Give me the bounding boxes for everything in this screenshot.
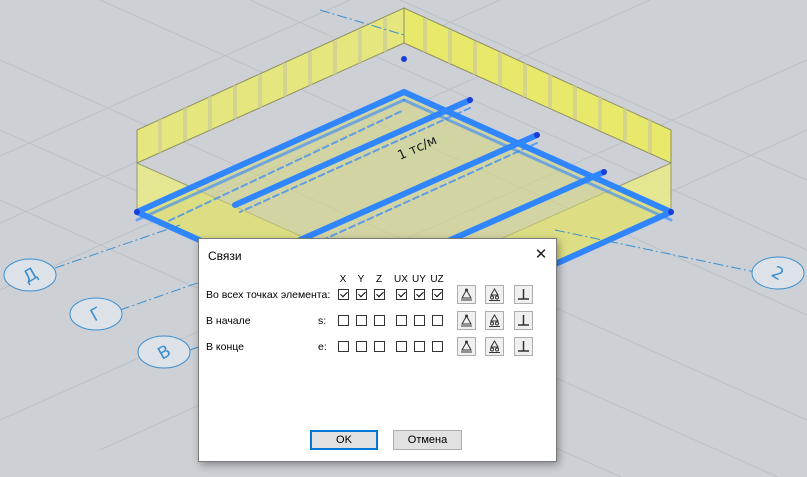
checkbox-start-uz[interactable]	[432, 315, 443, 326]
column-header-ux: UX	[394, 274, 408, 285]
fixed-support-button[interactable]	[514, 285, 533, 304]
hinge-support-icon	[461, 340, 472, 353]
checkbox-all-uz[interactable]	[432, 289, 443, 300]
column-header-x: X	[339, 274, 347, 285]
fixed-support-icon	[518, 341, 529, 352]
checkbox-end-uy[interactable]	[414, 341, 425, 352]
checkbox-start-z[interactable]	[374, 315, 385, 326]
checkbox-end-uz[interactable]	[432, 341, 443, 352]
ok-button[interactable]: OK	[310, 430, 378, 450]
checkbox-start-x[interactable]	[338, 315, 349, 326]
close-icon[interactable]: ✕	[526, 239, 556, 270]
roller-support-button[interactable]	[485, 337, 504, 356]
column-header-uz: UZ	[430, 274, 444, 285]
row-label-start: В начале	[206, 315, 251, 327]
column-header-uy: UY	[412, 274, 426, 285]
roller-support-icon	[489, 340, 500, 353]
checkbox-start-uy[interactable]	[414, 315, 425, 326]
axis-marker-d: Д	[3, 258, 57, 292]
fixed-support-button[interactable]	[514, 337, 533, 356]
checkbox-end-ux[interactable]	[396, 341, 407, 352]
roller-support-icon	[489, 288, 500, 301]
checkbox-end-x[interactable]	[338, 341, 349, 352]
checkbox-all-z[interactable]	[374, 289, 385, 300]
roller-support-button[interactable]	[485, 311, 504, 330]
hinge-support-icon	[461, 314, 472, 327]
fixed-support-icon	[518, 315, 529, 326]
checkbox-start-y[interactable]	[356, 315, 367, 326]
column-header-z: Z	[375, 274, 383, 285]
dialog-title: Связи	[208, 249, 242, 263]
cancel-button[interactable]: Отмена	[393, 430, 462, 450]
roller-support-button[interactable]	[485, 285, 504, 304]
checkbox-end-z[interactable]	[374, 341, 385, 352]
roller-support-icon	[489, 314, 500, 327]
hinge-support-button[interactable]	[457, 285, 476, 304]
fixed-support-icon	[518, 289, 529, 300]
column-header-y: Y	[357, 274, 365, 285]
dialog-titlebar[interactable]: Связи ✕	[199, 239, 556, 272]
checkbox-start-ux[interactable]	[396, 315, 407, 326]
checkbox-all-uy[interactable]	[414, 289, 425, 300]
axis-marker-v: В	[137, 335, 191, 369]
checkbox-end-y[interactable]	[356, 341, 367, 352]
axis-marker-g: Г	[69, 297, 123, 331]
row-prefix-start: s:	[318, 315, 327, 327]
checkbox-all-ux[interactable]	[396, 289, 407, 300]
row-label-all-points: Во всех точках элемента:	[206, 289, 331, 301]
hinge-support-button[interactable]	[457, 311, 476, 330]
row-prefix-end: e:	[318, 341, 327, 353]
row-label-end: В конце	[206, 341, 245, 353]
hinge-support-icon	[461, 288, 472, 301]
checkbox-all-x[interactable]	[338, 289, 349, 300]
fixed-support-button[interactable]	[514, 311, 533, 330]
axis-marker-2: 2	[751, 256, 805, 290]
checkbox-all-y[interactable]	[356, 289, 367, 300]
hinge-support-button[interactable]	[457, 337, 476, 356]
